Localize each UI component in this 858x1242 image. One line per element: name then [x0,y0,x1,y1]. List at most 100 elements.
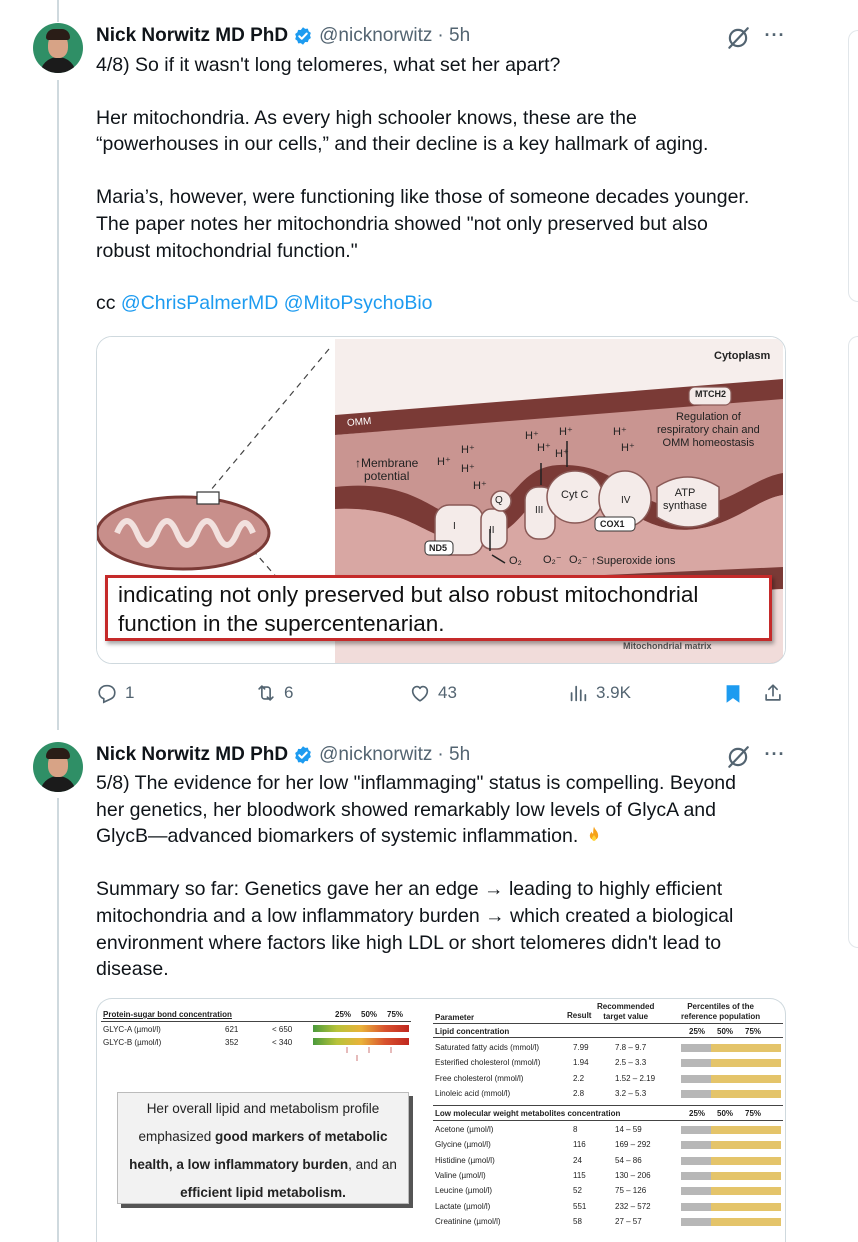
author-handle[interactable]: @nicknorwitz [319,25,432,47]
proton-label: H⁺ [437,456,451,468]
proton-label: H⁺ [555,448,569,460]
verified-badge-icon [295,746,311,764]
row-target: 2.5 – 3.3 [615,1058,647,1068]
views-icon [570,685,587,702]
glyc-row-target: < 340 [272,1038,293,1047]
reply-button[interactable]: 1 [96,682,134,704]
cc-line: cc @ChrisPalmerMD @MitoPsychoBio [96,292,433,315]
like-count: 43 [438,683,457,702]
row-parameter: Saturated fatty acids (mmol/l) [435,1043,540,1052]
proton-label: H⁺ [461,444,475,456]
summary-line: Her overall lipid and metabolism profile [146,1101,380,1116]
quote-overlay: indicating not only preserved but also r… [105,575,772,641]
matrix-label: Mitochondrial matrix [623,641,712,651]
percentile-bar [681,1059,781,1068]
timestamp[interactable]: · 5h [437,25,470,47]
proton-label: H⁺ [559,426,573,438]
like-button[interactable]: 43 [409,682,457,704]
tweet-text: 5/8) The evidence for her low "inflammag… [96,770,796,983]
row-target: 7.8 – 9.7 [615,1043,647,1052]
timestamp[interactable]: · 5h [437,744,470,766]
views-button[interactable]: 3.9K [567,682,631,704]
row-result: 58 [573,1216,582,1226]
membrane-potential-label: ↑Membrane potential [355,456,419,483]
row-result: 2.8 [573,1088,585,1098]
avatar[interactable] [33,742,83,792]
glyc-row-name: GLYC-A (µmol/l) [103,1025,161,1034]
tweet-line: 4/8) So if it wasn't long telomeres, wha… [96,54,561,76]
repost-icon [258,685,274,701]
row-parameter: Esterified cholesterol (mmol/l) [435,1058,541,1068]
percentile-bar [681,1089,781,1098]
row-parameter: Acetone (µmol/l) [435,1125,494,1134]
summary-line: emphasized good markers of metabolic [138,1129,388,1144]
pct-label: 75% [745,1109,762,1118]
atp-synthase-label: ATP synthase [663,487,708,512]
tweet[interactable]: Nick Norwitz MD PhD @nicknorwitz · 5h ··… [0,730,858,1242]
pct-label: 50% [717,1109,734,1118]
complex-i-label: I [453,521,456,532]
col-parameter: Parameter [435,1013,475,1022]
bloodwork-figure[interactable]: Protein-sugar bond concentration 25% 50%… [96,998,786,1242]
glyc-row-value: 352 [225,1038,239,1047]
author-name[interactable]: Nick Norwitz MD PhD [96,25,288,47]
proton-label: H⁺ [613,426,627,438]
proton-label: H⁺ [461,463,475,475]
bookmark-icon [726,685,740,703]
complex-ii-label: II [489,525,495,536]
cox1-label: COX1 [600,519,625,529]
summary-line: health, a low inflammatory burden, and a… [129,1157,397,1172]
more-icon[interactable]: ··· [763,744,787,764]
bookmark-button[interactable] [722,682,744,706]
percentile-bar [681,1141,781,1150]
glyc-b-bar [313,1038,409,1045]
row-result: 2.2 [573,1073,585,1083]
repost-button[interactable]: 6 [255,682,293,704]
row-result: 8 [573,1125,578,1134]
row-result: 52 [573,1186,582,1196]
proton-label: H⁺ [537,442,551,454]
regulation-label: Regulation of respiratory chain and OMM … [657,411,760,449]
row-parameter: Leucine (µmol/l) [435,1186,493,1196]
glyc-pct: 50% [361,1010,378,1019]
row-target: 54 – 86 [615,1155,642,1165]
more-icon[interactable]: ··· [763,25,787,45]
percentile-bar [681,1217,781,1226]
timeline: Nick Norwitz MD PhD @nicknorwitz · 5h ··… [0,0,858,1242]
heart-icon [411,685,429,702]
row-result: 115 [573,1170,586,1180]
pct-label: 25% [689,1027,706,1036]
mention-link[interactable]: @ChrisPalmerMD [121,292,278,314]
row-result: 1.94 [573,1058,589,1068]
percentile-bar [681,1126,781,1134]
percentile-bar [681,1171,781,1180]
row-target: 169 – 292 [615,1140,651,1150]
row-parameter: Linoleic acid (mmol/l) [435,1088,511,1098]
nd5-label: ND5 [429,543,448,553]
tweet-line: 5/8) The evidence for her low "inflammag… [96,772,736,848]
row-target: 3.2 – 5.3 [615,1088,647,1098]
avatar[interactable] [33,23,83,73]
superoxide-label: O₂⁻ [569,554,588,566]
glyc-header: Protein-sugar bond concentration [103,1010,232,1019]
author-handle[interactable]: @nicknorwitz [319,744,432,766]
share-button[interactable] [762,682,784,704]
complex-iii-label: III [535,505,544,516]
percentile-bar [681,1044,781,1052]
quote-line: indicating not only preserved but also r… [118,582,699,607]
tweet[interactable]: Nick Norwitz MD PhD @nicknorwitz · 5h ··… [0,0,858,730]
mitochondria-figure[interactable]: Cytoplasm MTCH2 Regulation of respirator… [96,336,786,664]
author-name[interactable]: Nick Norwitz MD PhD [96,744,288,766]
glyc-a-bar [313,1025,409,1032]
grok-icon[interactable] [725,744,751,770]
row-parameter: Lactate (µmol/l) [435,1201,491,1211]
tweet-line: Maria’s, however, were functioning like … [96,186,750,262]
mention-link[interactable]: @MitoPsychoBio [284,292,433,314]
tweet-actions: 1 6 43 3.9K [96,682,786,712]
glyc-pct: 25% [335,1010,352,1019]
grok-icon[interactable] [725,25,751,51]
reply-icon [98,684,116,704]
mtch2-label: MTCH2 [695,389,726,399]
tweet-line: Summary so far: Genetics gave her an edg… [96,878,734,981]
proton-label: H⁺ [621,442,635,454]
